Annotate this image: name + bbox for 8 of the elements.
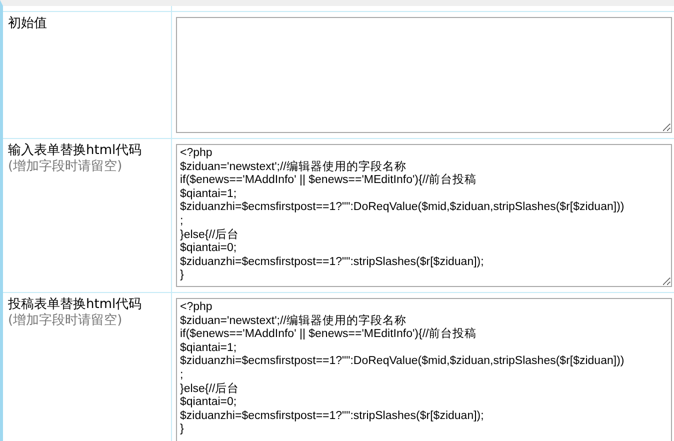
- field-label: 初始值: [8, 16, 48, 32]
- field-label: 投稿表单替换html代码: [8, 297, 143, 313]
- code-textarea[interactable]: <?php $ziduan='newstext';//编辑器使用的字段名称 if($enews=='MAddInfo' || $enews=='MEditInfo'){//前台投稿 $qiantai=1; $ziduanzhi=$ecmsfirstpost==1?"":DoReqValue($mid,$ziduan,stripSlashes($r[$ziduan])) ; }else{//后台 $qiantai=0; $ziduanzhi=$ecmsfirstpost==1?"":stripSlashes($r[$ziduan]); }: [176, 144, 672, 287]
- textarea-field[interactable]: [176, 17, 672, 133]
- code-textarea[interactable]: <?php $ziduan='newstext';//编辑器使用的字段名称 if($enews=='MAddInfo' || $enews=='MEditInfo'){//前台投稿 $qiantai=1; $ziduanzhi=$ecmsfirstpost==1?"":DoReqValue($mid,$ziduan,stripSlashes($r[$ziduan])) ; }else{//后台 $qiantai=0; $ziduanzhi=$ecmsfirstpost==1?"":stripSlashes($r[$ziduan]); }: [176, 298, 672, 441]
- field-hint: (增加字段时请留空): [8, 313, 124, 328]
- field-label: 输入表单替换html代码: [8, 143, 143, 159]
- field-hint: (增加字段时请留空): [8, 159, 124, 174]
